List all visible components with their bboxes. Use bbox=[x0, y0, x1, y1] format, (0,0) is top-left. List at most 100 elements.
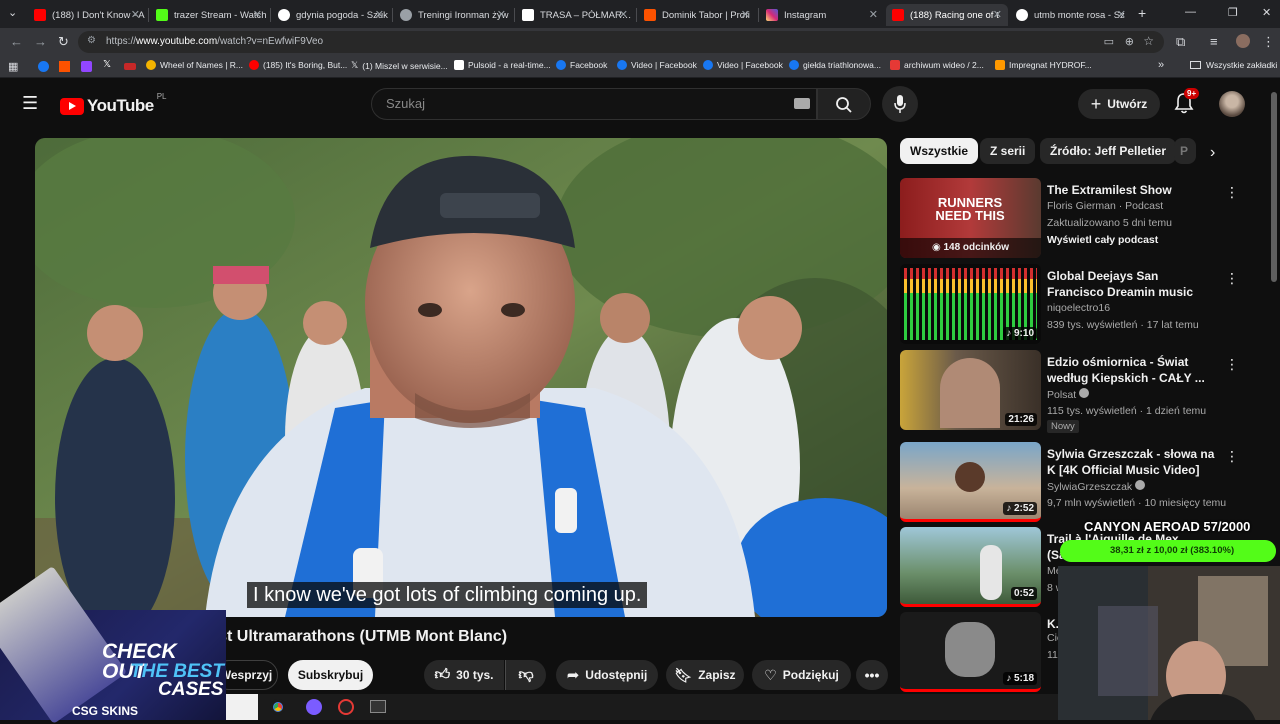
x-bookmark-icon[interactable]: 𝕏 bbox=[103, 59, 111, 70]
cast-icon[interactable]: ▭ bbox=[1104, 35, 1114, 48]
forward-arrow-icon[interactable]: → bbox=[34, 34, 47, 49]
video-player[interactable]: I know we've got lots of climbing coming… bbox=[35, 138, 887, 617]
chevron-right-icon[interactable]: › bbox=[1210, 144, 1215, 162]
bookmark-item[interactable]: Impregnat HYDROF... bbox=[995, 60, 1092, 70]
more-vertical-icon[interactable]: ⋮ bbox=[1225, 356, 1239, 373]
browser-menu-icon[interactable]: ⋮ bbox=[1262, 34, 1275, 50]
all-bookmarks-folder[interactable]: Wszystkie zakładki bbox=[1190, 60, 1277, 70]
search-button[interactable] bbox=[817, 88, 871, 120]
account-avatar[interactable] bbox=[1219, 91, 1245, 117]
minimize-icon[interactable]: — bbox=[1185, 6, 1196, 18]
save-button[interactable]: 🔖︎ Zapisz bbox=[666, 660, 744, 690]
more-actions-button[interactable]: ••• bbox=[856, 660, 888, 690]
video-thumbnail[interactable]: RUNNERS NEED THIS ◉ 148 odcinków bbox=[900, 178, 1041, 258]
more-vertical-icon[interactable]: ⋮ bbox=[1225, 448, 1239, 465]
media-control-icon[interactable]: ≡ bbox=[1210, 34, 1218, 49]
chip-source[interactable]: Źródło: Jeff Pelletier bbox=[1040, 138, 1177, 164]
close-icon[interactable]: ✕ bbox=[253, 8, 262, 21]
close-icon[interactable]: ✕ bbox=[993, 8, 1002, 21]
site-info-icon[interactable]: ⚙ bbox=[87, 35, 96, 46]
window-close-icon[interactable]: ✕ bbox=[1262, 6, 1271, 19]
red-bookmark-icon[interactable] bbox=[124, 63, 136, 70]
like-button[interactable]: 👍︎ 30 tys. bbox=[424, 660, 504, 690]
view-podcast-link[interactable]: Wyświetl cały podcast bbox=[1047, 234, 1158, 246]
recommendation-item[interactable]: ♪ 2:52 Sylwia Grzeszczak - słowa na K [4… bbox=[900, 442, 1240, 524]
bookmark-star-icon[interactable]: ☆ bbox=[1143, 34, 1154, 48]
more-bookmarks-chevron-icon[interactable]: » bbox=[1158, 59, 1164, 71]
extensions-icon[interactable]: ⧉ bbox=[1176, 34, 1185, 50]
close-icon[interactable]: ✕ bbox=[131, 8, 140, 21]
recommendation-item[interactable]: ♪ 9:10 Global Deejays San Francisco Drea… bbox=[900, 264, 1240, 346]
tab-search-icon[interactable]: ⌄ bbox=[8, 6, 17, 19]
browser-tab[interactable]: utmb monte rosa - Sz ✕ bbox=[1010, 4, 1132, 26]
bookmark-item[interactable]: archiwum wideo / 2... bbox=[890, 60, 984, 70]
more-vertical-icon[interactable]: ⋮ bbox=[1225, 184, 1239, 201]
browser-tab[interactable]: (188) I Don't Know - A ✕ bbox=[28, 4, 146, 26]
video-thumbnail[interactable]: ♪ 2:52 bbox=[900, 442, 1041, 522]
channel-name[interactable]: SylwiaGrzeszczak bbox=[1047, 480, 1146, 493]
windows-taskbar bbox=[226, 694, 1060, 720]
dislike-button[interactable]: 👎︎ bbox=[505, 660, 546, 690]
bookmark-item[interactable]: Video | Facebook bbox=[617, 60, 697, 70]
hamburger-menu-icon[interactable]: ☰ bbox=[22, 94, 38, 112]
profile-avatar[interactable] bbox=[1236, 34, 1250, 48]
close-icon[interactable]: ✕ bbox=[869, 8, 878, 21]
terminal-taskbar-icon[interactable] bbox=[370, 700, 386, 713]
bookmark-item[interactable]: (185) It's Boring, But... bbox=[249, 60, 347, 70]
video-thumbnail[interactable]: ♪ 9:10 bbox=[900, 264, 1041, 344]
close-icon[interactable]: ✕ bbox=[741, 8, 750, 21]
chrome-taskbar-icon[interactable] bbox=[270, 699, 286, 715]
chip-more[interactable]: P bbox=[1174, 138, 1196, 164]
browser-tab[interactable]: Treningi Ironman żyw ✕ bbox=[394, 4, 512, 26]
bookmark-item[interactable]: Wheel of Names | R... bbox=[146, 60, 243, 70]
app-taskbar-icon[interactable] bbox=[306, 699, 322, 715]
close-icon[interactable]: ✕ bbox=[619, 8, 628, 21]
channel-name[interactable]: Polsat bbox=[1047, 388, 1090, 401]
apps-grid-icon[interactable]: ▦ bbox=[8, 60, 18, 73]
video-thumbnail[interactable]: 0:52 bbox=[900, 527, 1041, 607]
url-field[interactable]: ⚙ https://www.youtube.com/watch?v=nEwfwi… bbox=[78, 31, 1164, 53]
video-thumbnail[interactable]: ♪ 5:18 bbox=[900, 612, 1041, 692]
bookmark-item[interactable]: giełda triathlonowa... bbox=[789, 60, 881, 70]
new-tab-plus-icon[interactable]: + bbox=[1138, 5, 1146, 21]
restore-icon[interactable]: ❐ bbox=[1228, 6, 1238, 19]
close-icon[interactable]: ✕ bbox=[375, 8, 384, 21]
more-vertical-icon[interactable]: ⋮ bbox=[1225, 270, 1239, 287]
bookmark-item[interactable]: 𝕏 (1) Miszel w serwisie... bbox=[351, 60, 448, 71]
obs-taskbar-icon[interactable] bbox=[338, 699, 354, 715]
voice-search-button[interactable] bbox=[882, 86, 918, 122]
bookmark-item[interactable]: Video | Facebook bbox=[703, 60, 783, 70]
create-button[interactable]: + Utwórz bbox=[1078, 89, 1160, 119]
thanks-button[interactable]: ♡ Podziękuj bbox=[752, 660, 851, 690]
close-icon[interactable]: ✕ bbox=[497, 8, 506, 21]
bookmark-item[interactable]: Facebook bbox=[556, 60, 607, 70]
back-arrow-icon[interactable]: ← bbox=[10, 34, 23, 49]
keyboard-icon[interactable] bbox=[794, 98, 810, 109]
bookmark-item[interactable]: Pulsoid - a real-time... bbox=[454, 60, 551, 70]
strava-bookmark-icon[interactable] bbox=[59, 61, 70, 72]
browser-tab[interactable]: Instagram ✕ bbox=[760, 4, 884, 26]
browser-tab[interactable]: trazer Stream - Watch ✕ bbox=[150, 4, 268, 26]
notifications-button[interactable]: 9+ bbox=[1174, 88, 1200, 119]
browser-tab[interactable]: Dominik Tabor | Profi ✕ bbox=[638, 4, 756, 26]
close-icon[interactable]: ✕ bbox=[1117, 8, 1126, 21]
share-button[interactable]: ➦ Udostępnij bbox=[556, 660, 658, 690]
recommendation-item[interactable]: 21:26 Edzio ośmiornica - Świat według Ki… bbox=[900, 350, 1240, 433]
taskbar-app[interactable] bbox=[226, 694, 258, 720]
search-input[interactable]: Szukaj bbox=[371, 88, 817, 120]
twitch-bookmark-icon[interactable] bbox=[81, 61, 92, 72]
browser-tab[interactable]: gdynia pogoda - Szuk ✕ bbox=[272, 4, 390, 26]
chip-series[interactable]: Z serii bbox=[980, 138, 1036, 164]
reload-icon[interactable]: ↻ bbox=[58, 34, 69, 50]
facebook-bookmark-icon[interactable] bbox=[38, 61, 49, 72]
browser-tab-active[interactable]: (188) Racing one of t ✕ bbox=[886, 4, 1008, 26]
video-thumbnail[interactable]: 21:26 bbox=[900, 350, 1041, 430]
browser-tab[interactable]: TRASA – PÓŁMARATO ✕ bbox=[516, 4, 634, 26]
zoom-icon[interactable]: ⊕ bbox=[1125, 35, 1134, 48]
recommendation-item[interactable]: RUNNERS NEED THIS ◉ 148 odcinków The Ext… bbox=[900, 178, 1240, 260]
page-scrollbar[interactable] bbox=[1271, 92, 1277, 282]
video-duration: 21:26 bbox=[1005, 413, 1037, 426]
subscribe-button[interactable]: Subskrybuj bbox=[288, 660, 373, 690]
chip-all[interactable]: Wszystkie bbox=[900, 138, 979, 164]
youtube-logo[interactable]: YouTube PL bbox=[60, 92, 167, 116]
